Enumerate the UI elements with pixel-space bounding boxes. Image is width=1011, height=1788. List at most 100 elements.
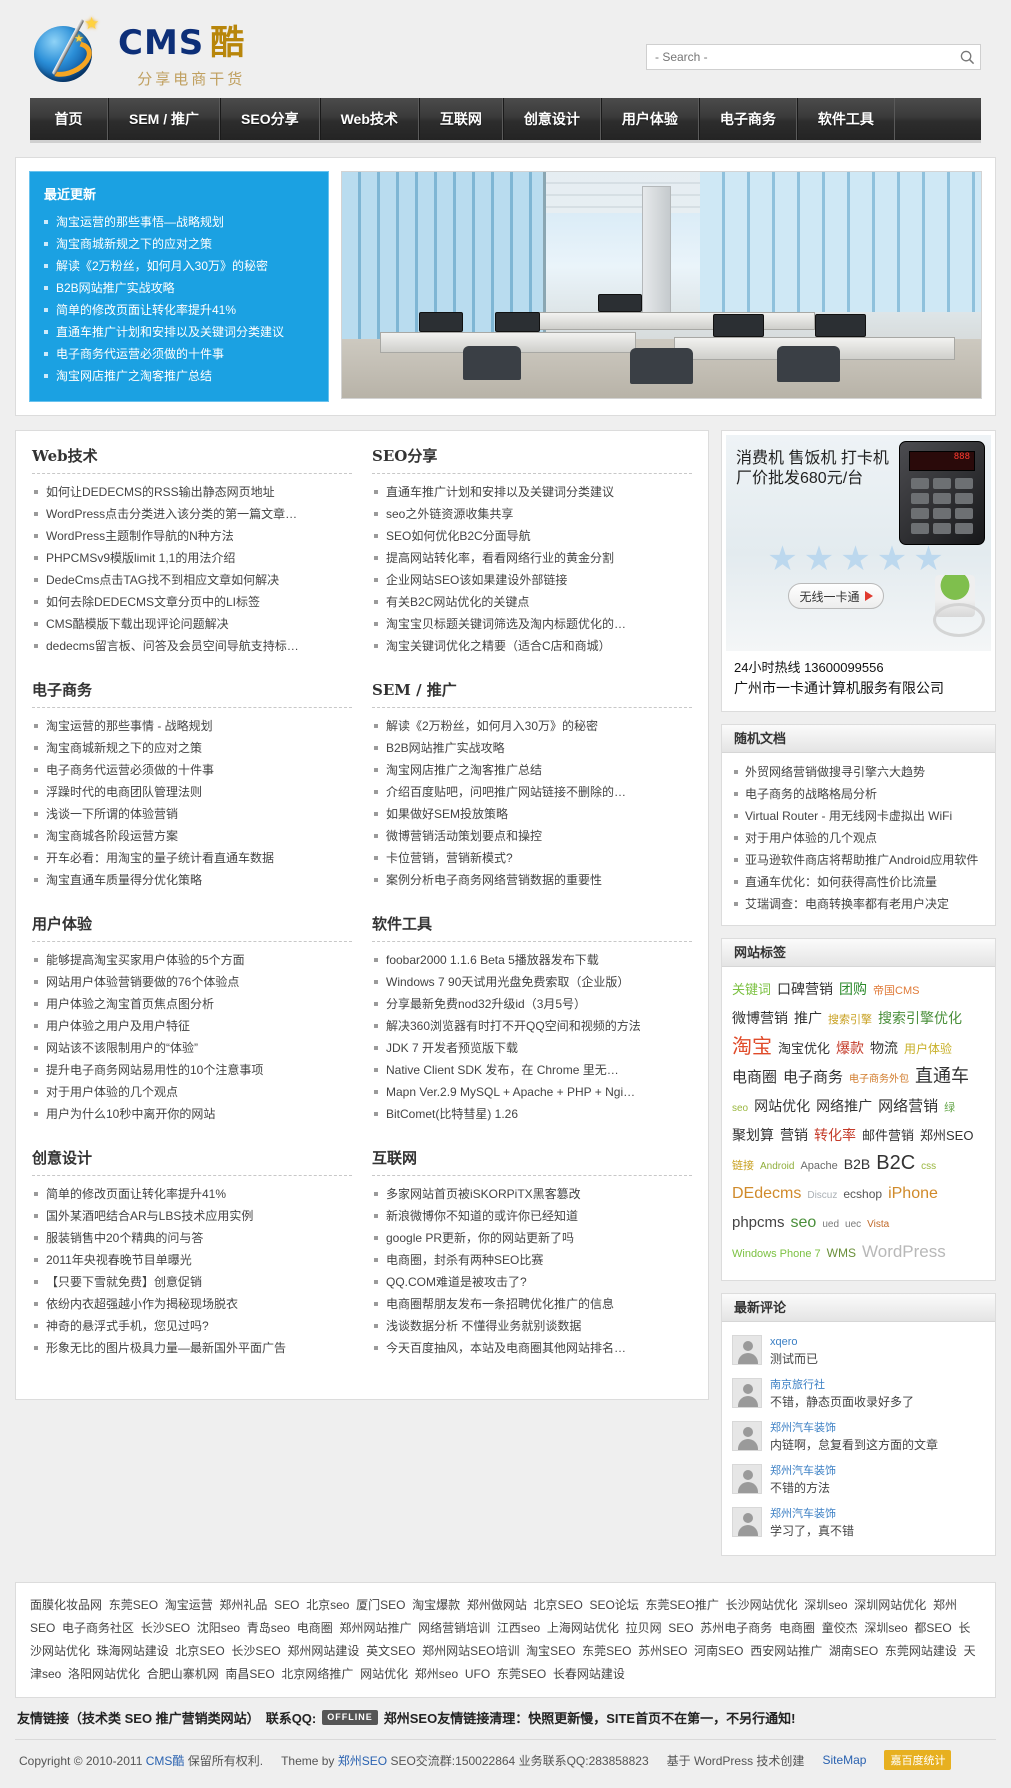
article-link[interactable]: Windows 7 90天试用光盘免费索取（企业版）	[372, 971, 692, 993]
footer-link[interactable]: 北京seo	[306, 1598, 349, 1612]
article-link[interactable]: 网站用户体验营销要做的76个体验点	[32, 971, 352, 993]
tag-link[interactable]: 口碑营销	[777, 976, 833, 1003]
article-link[interactable]: QQ.COM难道是被攻击了?	[372, 1271, 692, 1293]
tag-link[interactable]: Android	[760, 1153, 794, 1180]
footer-link[interactable]: 南昌SEO	[225, 1667, 274, 1681]
tag-link[interactable]: ued	[822, 1211, 839, 1238]
tag-link[interactable]: DEdecms	[732, 1180, 801, 1207]
article-link[interactable]: 国外某酒吧结合AR与LBS技术应用实例	[32, 1205, 352, 1227]
footer-link[interactable]: 郑州做网站	[467, 1598, 527, 1612]
footer-link[interactable]: 厦门SEO	[356, 1598, 405, 1612]
recent-update-link[interactable]: 解读《2万粉丝，如何月入30万》的秘密	[44, 255, 314, 277]
article-link[interactable]: 浅谈一下所谓的体验营销	[32, 803, 352, 825]
footer-link[interactable]: SEO论坛	[590, 1598, 639, 1612]
random-doc-link[interactable]: Virtual Router - 用无线网卡虚拟出 WiFi	[732, 805, 985, 827]
article-link[interactable]: 神奇的悬浮式手机，您见过吗?	[32, 1315, 352, 1337]
recent-update-link[interactable]: 电子商务代运营必须做的十件事	[44, 343, 314, 365]
footer-link[interactable]: 苏州SEO	[638, 1644, 687, 1658]
tag-link[interactable]: B2C	[876, 1150, 915, 1177]
comment-author[interactable]: 郑州汽车装饰	[770, 1421, 985, 1436]
article-link[interactable]: 多家网站首页被iSKORPiTX黑客篡改	[372, 1183, 692, 1205]
footer-link[interactable]: 淘宝爆款	[412, 1598, 460, 1612]
tag-link[interactable]: 电子商务外包	[849, 1066, 909, 1093]
article-link[interactable]: google PR更新，你的网站更新了吗	[372, 1227, 692, 1249]
footer-link[interactable]: UFO	[465, 1667, 490, 1681]
footer-link[interactable]: 郑州seo	[415, 1667, 458, 1681]
random-doc-link[interactable]: 电子商务的战略格局分析	[732, 783, 985, 805]
article-link[interactable]: 淘宝直通车质量得分优化策略	[32, 869, 352, 891]
article-link[interactable]: 直通车推广计划和安排以及关键词分类建议	[372, 481, 692, 503]
article-link[interactable]: seo之外链资源收集共享	[372, 503, 692, 525]
recent-update-link[interactable]: 淘宝运营的那些事悟—战略规划	[44, 211, 314, 233]
article-link[interactable]: DedeCms点击TAG找不到相应文章如何解决	[32, 569, 352, 591]
tag-link[interactable]: 郑州SEO	[920, 1122, 973, 1149]
search-input[interactable]	[647, 46, 954, 68]
search-box[interactable]	[646, 44, 981, 70]
article-link[interactable]: 提升电子商务网站易用性的10个注意事项	[32, 1059, 352, 1081]
ad-banner[interactable]: 消费机 售饭机 打卡机 厂价批发680元/台 888 ★★★★★ 无线一卡通 2…	[721, 430, 996, 712]
article-link[interactable]: 卡位营销，营销新模式?	[372, 847, 692, 869]
footer-link[interactable]: 面膜化妆品网	[30, 1598, 102, 1612]
article-link[interactable]: 今天百度抽风，本站及电商圈其他网站排名…	[372, 1337, 692, 1359]
footer-link[interactable]: SEO	[274, 1598, 299, 1612]
article-link[interactable]: 电商圈帮朋友发布一条招聘优化推广的信息	[372, 1293, 692, 1315]
tag-link[interactable]: Apache	[800, 1153, 837, 1180]
tag-link[interactable]: 物流	[870, 1035, 898, 1062]
tag-link[interactable]: iPhone	[888, 1180, 938, 1207]
footer-link[interactable]: 网站优化	[360, 1667, 408, 1681]
article-link[interactable]: PHPCMSv9模版limit 1,1的用法介绍	[32, 547, 352, 569]
article-link[interactable]: 2011年央视春晚节目单曝光	[32, 1249, 352, 1271]
article-link[interactable]: 电商圈，封杀有两种SEO比赛	[372, 1249, 692, 1271]
article-link[interactable]: 介绍百度贴吧，问吧推广网站链接不删除的…	[372, 781, 692, 803]
footer-link[interactable]: SEO	[668, 1621, 693, 1635]
footer-link[interactable]: 电商圈	[779, 1621, 815, 1635]
article-link[interactable]: BitComet(比特彗星) 1.26	[372, 1103, 692, 1125]
comment-author[interactable]: 郑州汽车装饰	[770, 1464, 985, 1479]
article-link[interactable]: 形象无比的图片极具力量—最新国外平面广告	[32, 1337, 352, 1359]
footer-link[interactable]: 北京网络推广	[281, 1667, 353, 1681]
article-link[interactable]: 用户为什么10秒中离开你的网站	[32, 1103, 352, 1125]
footer-link[interactable]: 西安网站推广	[750, 1644, 822, 1658]
article-link[interactable]: dedecms留言板、问答及会员空间导航支持标…	[32, 635, 352, 657]
article-link[interactable]: 案例分析电子商务网络营销数据的重要性	[372, 869, 692, 891]
footer-link[interactable]: 珠海网站建设	[97, 1644, 169, 1658]
tag-link[interactable]: 推广	[794, 1005, 822, 1032]
article-link[interactable]: foobar2000 1.1.6 Beta 5播放器发布下载	[372, 949, 692, 971]
footer-link[interactable]: 深圳seo	[804, 1598, 847, 1612]
tag-link[interactable]: 邮件营销	[862, 1122, 914, 1149]
article-link[interactable]: 企业网站SEO该如果建设外部链接	[372, 569, 692, 591]
tag-link[interactable]: uec	[845, 1211, 861, 1238]
nav-item-sem[interactable]: SEM / 推广	[108, 98, 221, 140]
article-link[interactable]: 淘宝商城各阶段运营方案	[32, 825, 352, 847]
footer-link[interactable]: 上海网站优化	[547, 1621, 619, 1635]
article-link[interactable]: 分享最新免费nod32升级id（3月5号）	[372, 993, 692, 1015]
footer-link[interactable]: 沈阳seo	[197, 1621, 240, 1635]
nav-item-design[interactable]: 创意设计	[502, 98, 601, 140]
article-link[interactable]: 淘宝宝贝标题关键词筛选及淘内标题优化的…	[372, 613, 692, 635]
footer-link[interactable]: 江西seo	[497, 1621, 540, 1635]
tag-link[interactable]: 微博营销	[732, 1005, 788, 1032]
tag-link[interactable]: 聚划算	[732, 1122, 774, 1149]
baidu-tongji-badge[interactable]: 嘉百度统计	[884, 1750, 952, 1770]
sitemap-link[interactable]: SiteMap	[822, 1753, 866, 1767]
footer-link[interactable]: 北京SEO	[534, 1598, 583, 1612]
footer-link[interactable]: 东莞SEO推广	[646, 1598, 719, 1612]
article-link[interactable]: 提高网站转化率，看看网络行业的黄金分割	[372, 547, 692, 569]
theme-author-link[interactable]: 郑州SEO	[338, 1754, 387, 1768]
footer-link[interactable]: 英文SEO	[366, 1644, 415, 1658]
nav-item-software[interactable]: 软件工具	[796, 98, 895, 140]
footer-link[interactable]: 郑州网站SEO培训	[422, 1644, 519, 1658]
article-link[interactable]: SEO如何优化B2C分面导航	[372, 525, 692, 547]
footer-link[interactable]: 长沙网站优化	[726, 1598, 798, 1612]
tag-link[interactable]: 链接	[732, 1153, 754, 1180]
article-link[interactable]: 开车必看：用淘宝的量子统计看直通车数据	[32, 847, 352, 869]
tag-link[interactable]: ecshop	[843, 1181, 882, 1208]
tag-link[interactable]: 营销	[780, 1122, 808, 1149]
tag-link[interactable]: 搜索引擎优化	[878, 1005, 962, 1032]
footer-link[interactable]: 长春网站建设	[553, 1667, 625, 1681]
nav-item-seo[interactable]: SEO分享	[220, 98, 320, 140]
tag-link[interactable]: 关键词	[732, 976, 771, 1003]
article-link[interactable]: 用户体验之淘宝首页焦点图分析	[32, 993, 352, 1015]
article-link[interactable]: 淘宝运营的那些事情 - 战略规划	[32, 715, 352, 737]
article-link[interactable]: WordPress点击分类进入该分类的第一篇文章…	[32, 503, 352, 525]
